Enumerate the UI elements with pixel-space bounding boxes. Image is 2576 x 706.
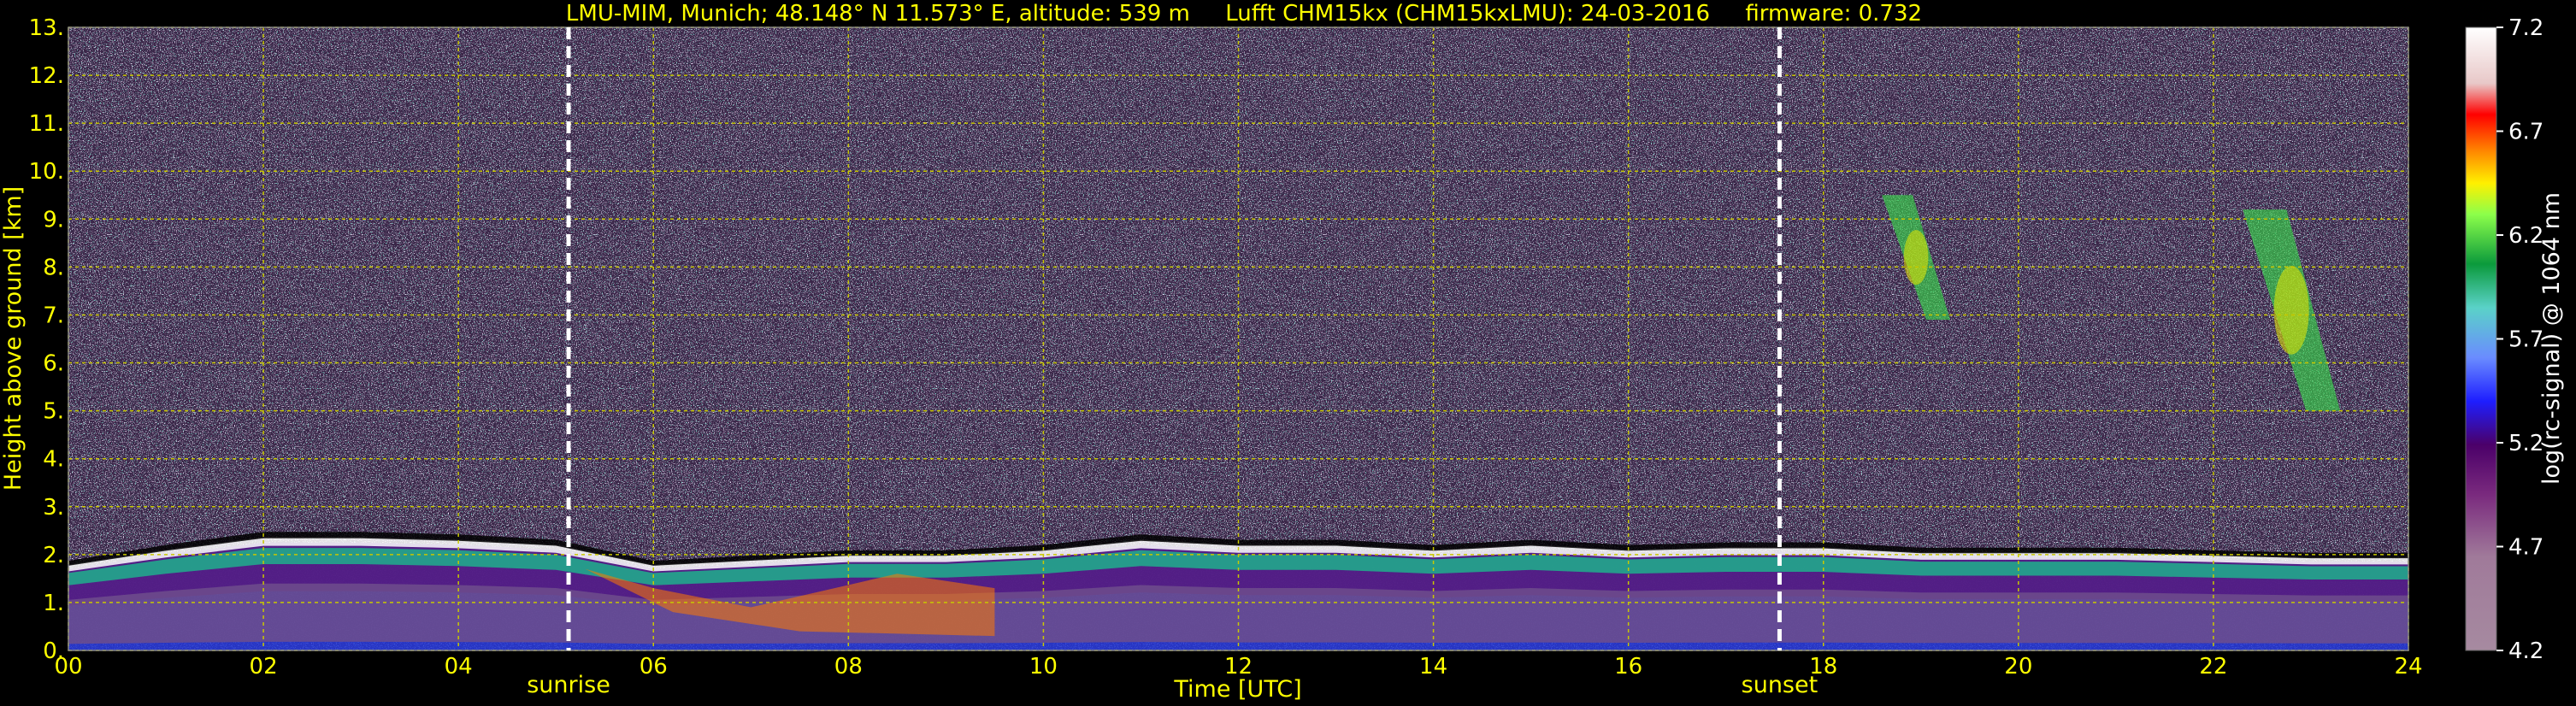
y-tick-label: 9. — [43, 207, 64, 232]
y-tick-label: 8. — [43, 255, 64, 280]
cirrus-core-2 — [2273, 266, 2309, 355]
x-tick-label: 02 — [250, 654, 278, 680]
y-tick-label: 1. — [43, 591, 64, 616]
x-tick-label: 16 — [1614, 654, 1642, 680]
chart-title: LMU-MIM, Munich; 48.148° N 11.573° E, al… — [566, 1, 1922, 26]
x-tick-label: 18 — [1809, 654, 1837, 680]
y-tick-label: 13. — [29, 15, 64, 41]
y-tick-label: 5. — [43, 399, 64, 425]
y-tick-label: 10. — [29, 159, 64, 185]
x-tick-label: 20 — [2004, 654, 2032, 680]
x-axis-label: Time [UTC] — [1173, 676, 1301, 703]
colorbar-tick-label: 4.7 — [2508, 535, 2544, 561]
colorbar-tick-label: 7.2 — [2508, 15, 2544, 41]
y-tick-label: 6. — [43, 351, 64, 377]
x-tick-label: 08 — [834, 654, 863, 680]
signal-band-lowlevel — [68, 583, 2408, 644]
x-tick-label: 04 — [445, 654, 473, 680]
x-tick-label: 10 — [1029, 654, 1058, 680]
y-tick-label: 2. — [43, 543, 64, 568]
x-tick-label: 00 — [54, 654, 82, 680]
colorbar-tick-label: 4.2 — [2508, 638, 2544, 664]
y-tick-label: 12. — [29, 63, 64, 89]
y-tick-label: 7. — [43, 303, 64, 328]
colorbar-tick-label: 6.7 — [2508, 120, 2544, 145]
colorbar-label: log(rc-signal) @ 1064 nm — [2538, 192, 2565, 485]
y-tick-label: 11. — [29, 111, 64, 137]
x-tick-label: 06 — [640, 654, 668, 680]
y-tick-label: 4. — [43, 447, 64, 473]
ceilometer-chart: sunrise sunset 0.1.2.3.4.5.6.7.8.9.10.11.… — [0, 1, 2565, 703]
x-tick-label: 24 — [2394, 654, 2422, 680]
colorbar: 4.24.75.25.76.26.77.2 — [2465, 15, 2544, 664]
cirrus-core-1 — [1903, 230, 1929, 285]
colorbar-gradient — [2465, 26, 2497, 651]
sunset-label: sunset — [1742, 672, 1819, 698]
y-tick-labels: 0.1.2.3.4.5.6.7.8.9.10.11.12.13. — [29, 15, 64, 664]
y-tick-label: 3. — [43, 495, 64, 521]
x-tick-label: 14 — [1419, 654, 1447, 680]
sunrise-label: sunrise — [527, 672, 610, 698]
y-axis-label: Height above ground [km] — [0, 186, 27, 491]
x-tick-label: 22 — [2199, 654, 2227, 680]
